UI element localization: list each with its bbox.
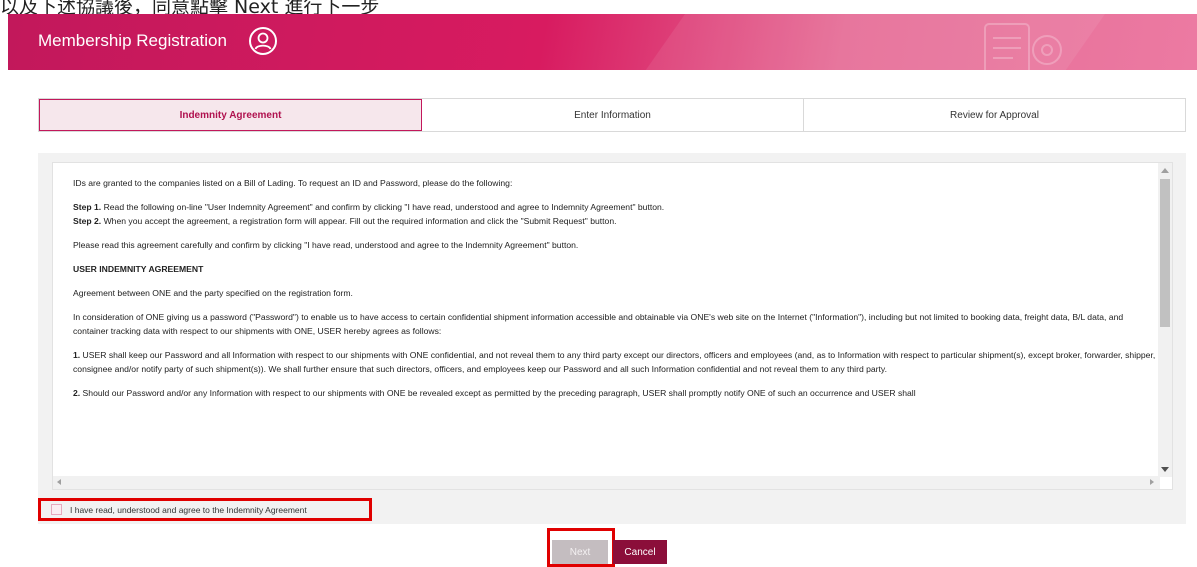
scroll-right-arrow-icon[interactable] (1150, 479, 1154, 485)
step2-text: When you accept the agreement, a registr… (101, 216, 617, 226)
next-button[interactable]: Next (552, 540, 608, 564)
agree-checkbox[interactable] (51, 504, 62, 515)
top-caption: 以及下述協議後，同意點擊 Next 進行下一步 (0, 0, 380, 14)
scroll-down-arrow-icon[interactable] (1161, 467, 1169, 472)
page-title: Membership Registration (38, 31, 227, 50)
step-review-for-approval[interactable]: Review for Approval (804, 99, 1185, 131)
step2-label: Step 2. (73, 216, 102, 226)
agreement-between: Agreement between ONE and the party spec… (73, 288, 353, 298)
agreement-panel: IDs are granted to the companies listed … (38, 153, 1186, 524)
page-header: Membership Registration (8, 14, 1197, 70)
agreement-text: IDs are granted to the companies listed … (73, 176, 1158, 410)
step1-text: Read the following on-line "User Indemni… (101, 202, 665, 212)
cancel-button[interactable]: Cancel (613, 540, 667, 564)
agreement-step1: Step 1. Read the following on-line "User… (73, 200, 1158, 214)
horizontal-scrollbar[interactable] (53, 476, 1160, 489)
agreement-intro: IDs are granted to the companies listed … (73, 178, 513, 188)
agreement-heading-text: USER INDEMNITY AGREEMENT (73, 264, 204, 274)
agreement-clause-1: 1. USER shall keep our Password and all … (73, 348, 1158, 376)
agreement-clause-2: 2. Should our Password and/or any Inform… (73, 386, 1158, 400)
clause2-text: Should our Password and/or any Informati… (80, 388, 916, 398)
agreement-please-read: Please read this agreement carefully and… (73, 240, 579, 250)
agreement-step2: Step 2. When you accept the agreement, a… (73, 214, 1158, 228)
user-icon (249, 27, 277, 55)
agree-checkbox-label[interactable]: I have read, understood and agree to the… (70, 505, 307, 515)
scroll-left-arrow-icon[interactable] (57, 479, 61, 485)
step-enter-information[interactable]: Enter Information (422, 99, 804, 131)
vertical-scrollbar[interactable] (1158, 163, 1172, 477)
document-gear-icon (984, 23, 1062, 70)
agree-checkbox-row[interactable]: I have read, understood and agree to the… (38, 498, 372, 521)
step-indemnity-agreement[interactable]: Indemnity Agreement (39, 99, 422, 131)
registration-steps: Indemnity Agreement Enter Information Re… (38, 98, 1186, 132)
agreement-consideration: In consideration of ONE giving us a pass… (73, 312, 1124, 336)
scroll-thumb[interactable] (1160, 179, 1170, 327)
clause1-text: USER shall keep our Password and all Inf… (73, 350, 1156, 374)
step1-label: Step 1. (73, 202, 102, 212)
agreement-heading: USER INDEMNITY AGREEMENT (73, 262, 1158, 276)
scroll-up-arrow-icon[interactable] (1161, 168, 1169, 173)
agreement-textbox[interactable]: IDs are granted to the companies listed … (52, 162, 1173, 490)
